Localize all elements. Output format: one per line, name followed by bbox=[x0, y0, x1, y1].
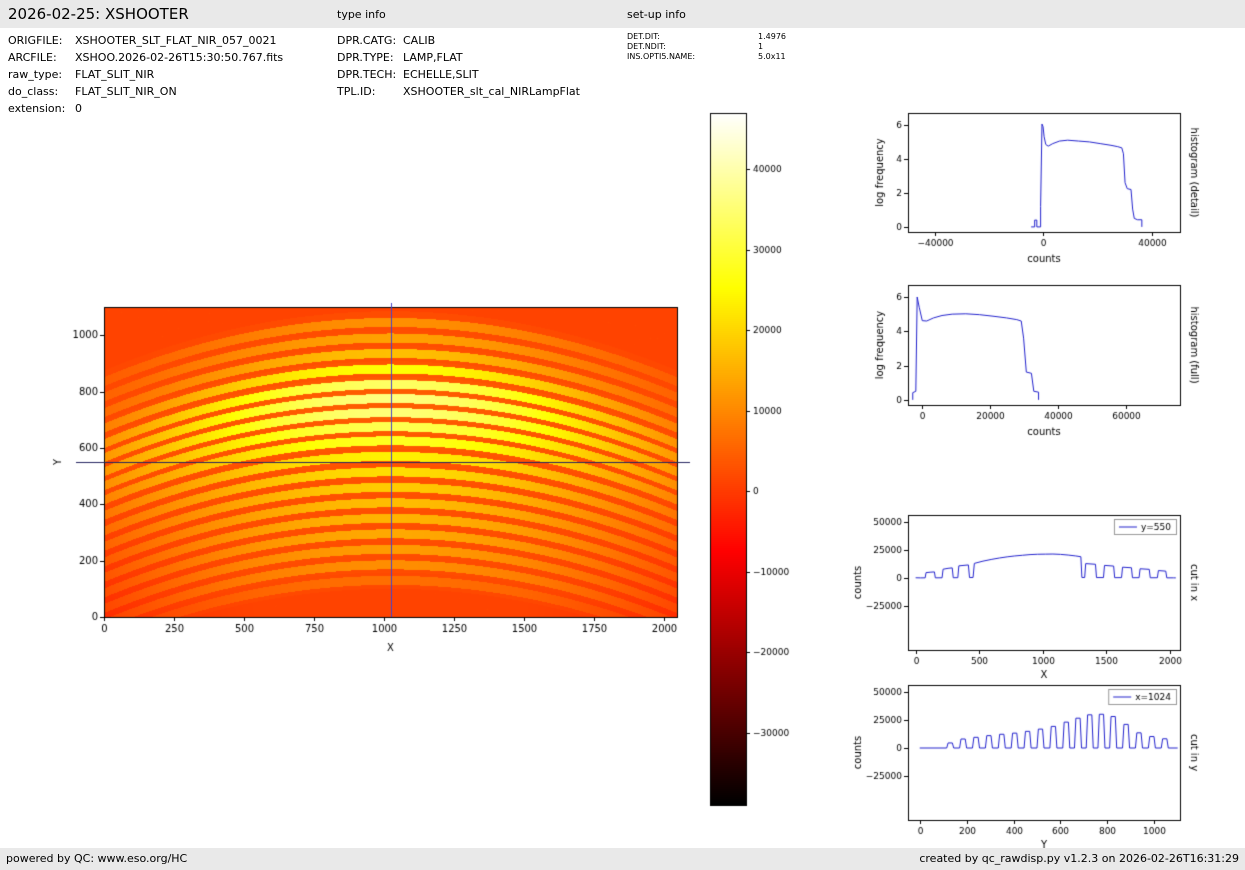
info-label: DET.NDIT: bbox=[627, 42, 758, 52]
info-value: XSHOOTER_SLT_FLAT_NIR_057_0021 bbox=[75, 32, 276, 49]
page-title: 2026-02-25: XSHOOTER bbox=[8, 5, 189, 23]
info-row: ORIGFILE:XSHOOTER_SLT_FLAT_NIR_057_0021 bbox=[8, 32, 283, 49]
info-row: DET.DIT:1.4976 bbox=[627, 32, 786, 42]
raw-image-plot bbox=[40, 290, 700, 665]
info-value: CALIB bbox=[403, 32, 435, 49]
file-info-block: ORIGFILE:XSHOOTER_SLT_FLAT_NIR_057_0021 … bbox=[8, 32, 283, 117]
info-row: raw_type:FLAT_SLIT_NIR bbox=[8, 66, 283, 83]
info-label: DPR.TYPE: bbox=[337, 49, 403, 66]
info-label: DPR.TECH: bbox=[337, 66, 403, 83]
info-label: TPL.ID: bbox=[337, 83, 403, 100]
histogram-full-plot bbox=[840, 272, 1208, 454]
footer-right-text: created by qc_rawdisp.py v1.2.3 on 2026-… bbox=[919, 852, 1239, 865]
info-value: 0 bbox=[75, 100, 82, 117]
info-row: DET.NDIT:1 bbox=[627, 42, 786, 52]
info-label: DPR.CATG: bbox=[337, 32, 403, 49]
info-row: ARCFILE:XSHOO.2026-02-26T15:30:50.767.fi… bbox=[8, 49, 283, 66]
info-value: 1 bbox=[758, 42, 763, 52]
histogram-detail-plot bbox=[840, 100, 1208, 280]
type-info-block: DPR.CATG:CALIB DPR.TYPE:LAMP,FLAT DPR.TE… bbox=[337, 32, 580, 100]
info-label: ORIGFILE: bbox=[8, 32, 75, 49]
info-value: ECHELLE,SLIT bbox=[403, 66, 479, 83]
setup-info-heading: set-up info bbox=[627, 8, 686, 21]
info-row: do_class:FLAT_SLIT_NIR_ON bbox=[8, 83, 283, 100]
info-row: DPR.TECH:ECHELLE,SLIT bbox=[337, 66, 580, 83]
info-label: INS.OPTI5.NAME: bbox=[627, 52, 758, 62]
info-label: ARCFILE: bbox=[8, 49, 75, 66]
info-value: LAMP,FLAT bbox=[403, 49, 463, 66]
info-row: INS.OPTI5.NAME:5.0x11 bbox=[627, 52, 786, 62]
info-value: FLAT_SLIT_NIR_ON bbox=[75, 83, 177, 100]
info-label: DET.DIT: bbox=[627, 32, 758, 42]
info-row: DPR.TYPE:LAMP,FLAT bbox=[337, 49, 580, 66]
footer-bar: powered by QC: www.eso.org/HC created by… bbox=[0, 848, 1245, 870]
info-label: raw_type: bbox=[8, 66, 75, 83]
info-row: extension:0 bbox=[8, 100, 283, 117]
header-bar: 2026-02-25: XSHOOTER type info set-up in… bbox=[0, 0, 1245, 28]
info-label: do_class: bbox=[8, 83, 75, 100]
colorbar bbox=[700, 105, 810, 820]
cut-in-y-plot bbox=[840, 670, 1208, 848]
info-value: XSHOOTER_slt_cal_NIRLampFlat bbox=[403, 83, 580, 100]
cut-in-x-plot bbox=[840, 500, 1208, 688]
setup-info-block: DET.DIT:1.4976 DET.NDIT:1 INS.OPTI5.NAME… bbox=[627, 32, 786, 62]
info-value: XSHOO.2026-02-26T15:30:50.767.fits bbox=[75, 49, 283, 66]
qc-report-page: { "header": { "title": "2026-02-25: XSHO… bbox=[0, 0, 1245, 870]
info-value: FLAT_SLIT_NIR bbox=[75, 66, 154, 83]
info-label: extension: bbox=[8, 100, 75, 117]
type-info-heading: type info bbox=[337, 8, 386, 21]
footer-left-text: powered by QC: www.eso.org/HC bbox=[6, 852, 187, 865]
info-value: 1.4976 bbox=[758, 32, 786, 42]
info-row: DPR.CATG:CALIB bbox=[337, 32, 580, 49]
info-value: 5.0x11 bbox=[758, 52, 786, 62]
info-row: TPL.ID:XSHOOTER_slt_cal_NIRLampFlat bbox=[337, 83, 580, 100]
